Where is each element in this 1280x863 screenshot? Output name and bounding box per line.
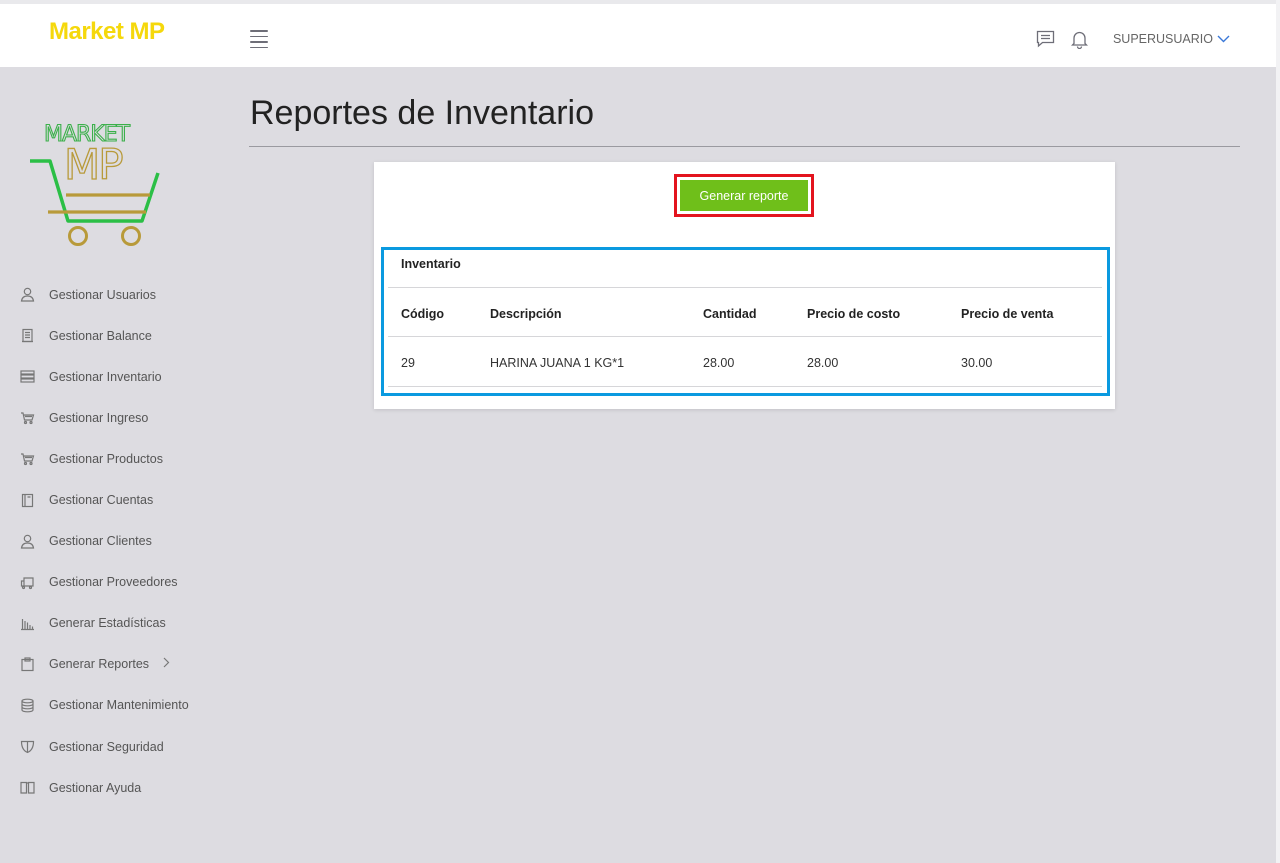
notifications-bell-icon[interactable] (1069, 28, 1091, 50)
title-divider (249, 146, 1240, 147)
cart-icon (20, 410, 35, 425)
sidebar-item-label: Gestionar Seguridad (49, 739, 164, 754)
sidebar-item-mantenimiento[interactable]: Gestionar Mantenimiento (0, 685, 230, 726)
sidebar-item-label: Gestionar Clientes (49, 534, 152, 549)
sidebar-item-label: Gestionar Usuarios (49, 287, 156, 302)
sidebar-item-label: Gestionar Proveedores (49, 575, 178, 590)
sidebar-item-seguridad[interactable]: Gestionar Seguridad (0, 726, 230, 767)
generate-report-highlight: Generar reporte (674, 174, 814, 217)
receipt-icon (20, 328, 35, 343)
sidebar-item-ayuda[interactable]: Gestionar Ayuda (0, 767, 230, 808)
table-divider (388, 386, 1102, 387)
sidebar-item-label: Generar Reportes (49, 657, 150, 672)
sidebar-item-reportes[interactable]: Generar Reportes (0, 644, 230, 685)
sidebar-item-cuentas[interactable]: Gestionar Cuentas (0, 479, 230, 520)
column-header-precio-venta: Precio de venta (961, 307, 1054, 321)
column-header-precio-costo: Precio de costo (807, 307, 901, 321)
sidebar-nav: Gestionar Usuarios Gestionar Balance Ges… (0, 274, 230, 808)
server-icon (20, 369, 35, 384)
sidebar-item-label: Generar Estadísticas (49, 616, 166, 631)
sidebar-item-clientes[interactable]: Gestionar Clientes (0, 521, 230, 562)
sidebar-item-productos[interactable]: Gestionar Productos (0, 438, 230, 479)
chevron-down-icon (1217, 32, 1230, 46)
sidebar-item-label: Gestionar Productos (49, 451, 163, 466)
user-name: SUPERUSUARIO (1112, 32, 1213, 46)
cell-codigo: 29 (401, 356, 415, 370)
sidebar-item-label: Gestionar Cuentas (49, 493, 154, 508)
top-navbar: Market MP SUPERUSUARIO (0, 4, 1276, 67)
sidebar-item-usuarios[interactable]: Gestionar Usuarios (0, 274, 230, 315)
shield-icon (20, 739, 35, 754)
generate-report-button[interactable]: Generar reporte (680, 180, 808, 211)
sidebar: MARKET MP Gestionar Usuarios Gestionar B… (0, 67, 230, 863)
user-icon (20, 534, 35, 549)
menu-toggle-icon[interactable] (250, 30, 268, 48)
bar-chart-icon (20, 616, 35, 631)
open-book-icon (20, 780, 35, 795)
messages-icon[interactable] (1035, 28, 1057, 50)
sidebar-item-ingreso[interactable]: Gestionar Ingreso (0, 397, 230, 438)
topbar-actions: SUPERUSUARIO (1023, 28, 1230, 50)
table-divider (388, 336, 1102, 337)
report-card: Generar reporte Inventario Código Descri… (374, 162, 1115, 409)
sidebar-item-label: Gestionar Ayuda (49, 780, 142, 795)
sidebar-item-estadisticas[interactable]: Generar Estadísticas (0, 603, 230, 644)
column-header-descripcion: Descripción (490, 307, 562, 321)
chevron-right-icon (163, 657, 170, 671)
column-header-codigo: Código (401, 307, 445, 321)
database-icon (20, 698, 35, 713)
cell-precio-costo: 28.00 (807, 356, 839, 370)
svg-text:MP: MP (64, 140, 122, 189)
sidebar-item-label: Gestionar Inventario (49, 369, 162, 384)
cell-descripcion: HARINA JUANA 1 KG*1 (490, 356, 625, 370)
book-icon (20, 493, 35, 508)
clipboard-icon (20, 657, 35, 672)
sidebar-item-label: Gestionar Ingreso (49, 410, 149, 425)
sidebar-item-label: Gestionar Mantenimiento (49, 698, 189, 713)
sidebar-item-inventario[interactable]: Gestionar Inventario (0, 356, 230, 397)
table-caption: Inventario (401, 257, 461, 271)
page-title: Reportes de Inventario (250, 94, 594, 132)
sidebar-item-proveedores[interactable]: Gestionar Proveedores (0, 562, 230, 603)
cell-cantidad: 28.00 (703, 356, 735, 370)
cell-precio-venta: 30.00 (961, 356, 993, 370)
sidebar-item-balance[interactable]: Gestionar Balance (0, 315, 230, 356)
truck-icon (20, 575, 35, 590)
sidebar-item-label: Gestionar Balance (49, 328, 152, 343)
user-icon (20, 287, 35, 302)
user-menu-dropdown[interactable]: SUPERUSUARIO (1113, 32, 1230, 46)
column-header-cantidad: Cantidad (703, 307, 757, 321)
window-scrollbar-track[interactable] (1276, 0, 1280, 863)
brand-logo-text[interactable]: Market MP (49, 18, 165, 46)
market-mp-logo: MARKET MP (28, 119, 168, 249)
cart-icon (20, 451, 35, 466)
table-divider (388, 287, 1102, 288)
inventory-table: Inventario Código Descripción Cantidad P… (381, 247, 1110, 396)
